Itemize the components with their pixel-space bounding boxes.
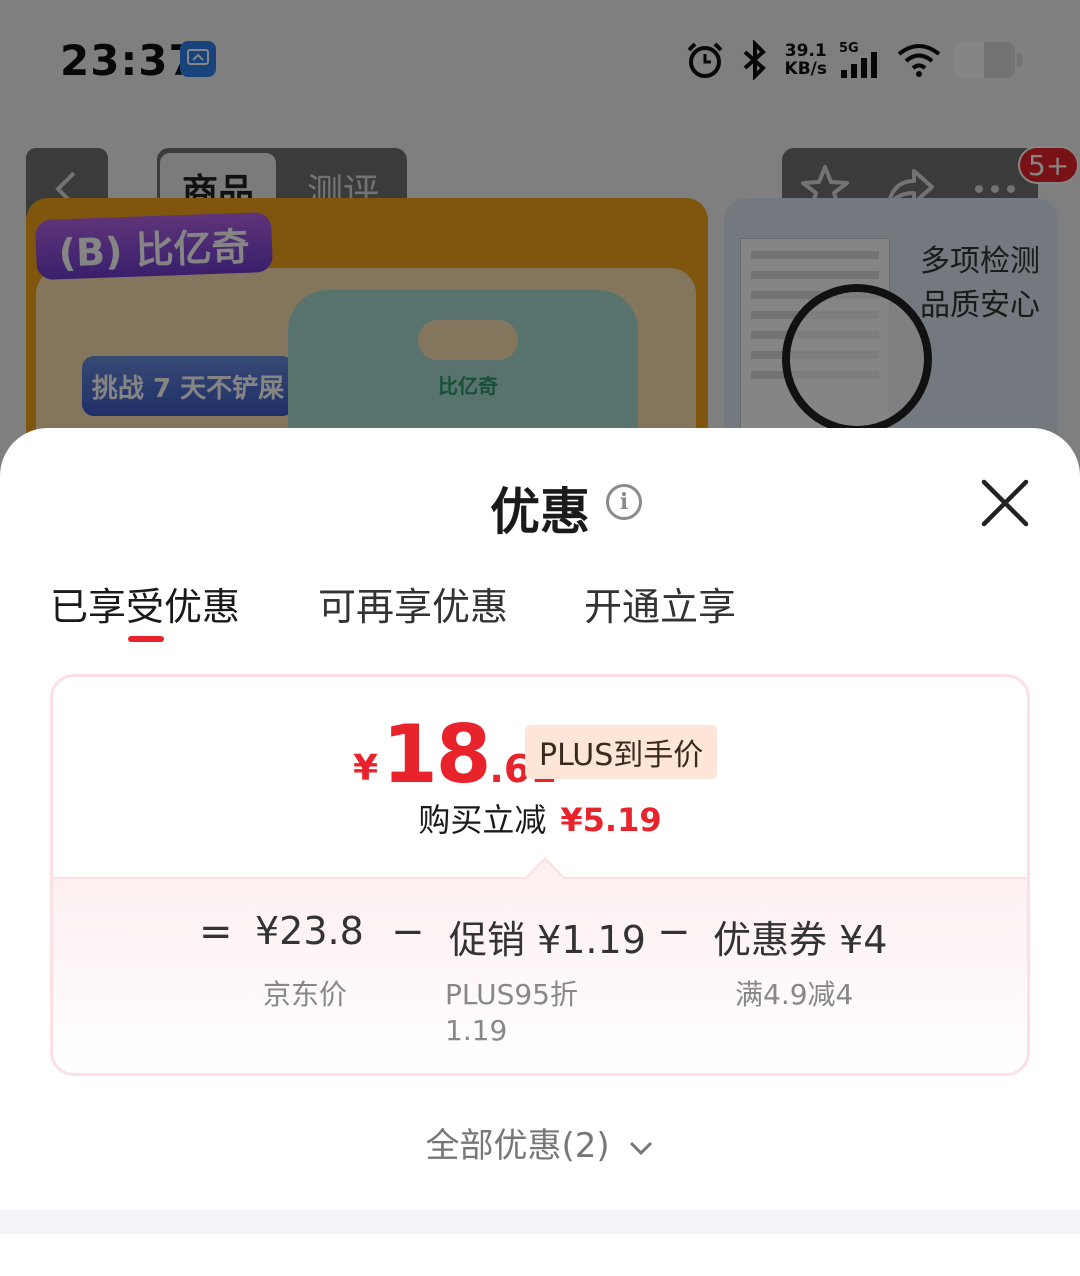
chevron-down-icon: [630, 1141, 653, 1155]
promo-label-line1: PLUS95折: [445, 978, 578, 1011]
coupon-label: 满4.9减4: [735, 978, 854, 1011]
price-breakdown-card: ¥ 18 .61 PLUS到手价 购买立减 ¥5.19 = ¥23.8 − 促销 …: [50, 674, 1030, 1076]
jd-price-value: ¥23.8: [255, 909, 364, 953]
instant-discount-value: ¥5.19: [560, 801, 662, 839]
product-page-background: 23:37 39.1 KB/s 5G 商品 测评 5+ (B) 比亿奇 挑战 7…: [0, 0, 1080, 480]
all-offers-toggle[interactable]: 全部优惠(2): [0, 1118, 1080, 1167]
jd-price-label: 京东价: [263, 978, 348, 1011]
tab-more-discounts[interactable]: 可再享优惠: [318, 576, 508, 631]
price-integer: 18: [382, 708, 491, 801]
instant-discount: 购买立减 ¥5.19: [53, 795, 1027, 841]
promo-label-line2: 1.19: [445, 1014, 508, 1047]
equals-sign: =: [199, 909, 233, 955]
price-currency: ¥: [353, 748, 379, 789]
plus-price-tag: PLUS到手价: [525, 725, 718, 779]
tab-enjoyed-discounts[interactable]: 已享受优惠: [50, 576, 240, 631]
sheet-title: 优惠: [490, 483, 590, 541]
all-offers-label: 全部优惠(2): [425, 1126, 610, 1166]
instant-discount-label: 购买立减: [418, 801, 547, 839]
close-icon[interactable]: [976, 474, 1034, 532]
discount-sheet: 优惠 i 已享受优惠 可再享优惠 开通立享 ¥ 18 .61 PLUS到手价 购…: [0, 428, 1080, 1276]
sheet-footer-divider: [0, 1210, 1080, 1234]
coupon-value: 优惠券 ¥4: [713, 918, 888, 962]
promo-value: 促销 ¥1.19: [449, 918, 646, 962]
minus-sign-1: −: [391, 909, 425, 955]
price-formula: = ¥23.8 − 促销 ¥1.19 − 优惠券 ¥4: [53, 909, 1027, 969]
info-icon[interactable]: i: [606, 484, 642, 520]
minus-sign-2: −: [657, 909, 691, 955]
modal-backdrop[interactable]: [0, 0, 1080, 480]
active-tab-indicator: [128, 636, 164, 642]
tab-activate-discounts[interactable]: 开通立享: [584, 576, 736, 631]
